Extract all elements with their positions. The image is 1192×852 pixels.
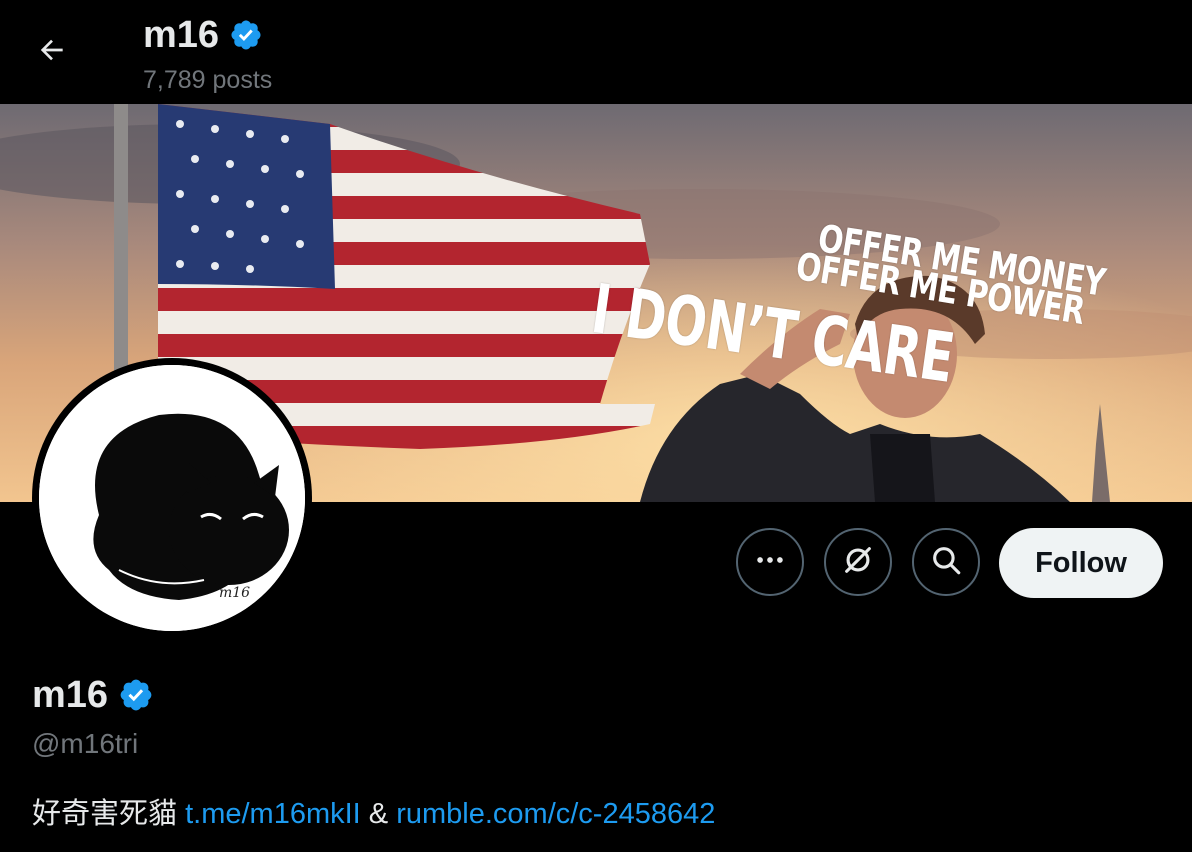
search-icon: [929, 543, 963, 582]
bio-link-telegram[interactable]: t.me/m16mkII: [185, 798, 361, 830]
arrow-left-icon: [36, 34, 68, 71]
grok-icon: [841, 543, 875, 582]
back-button[interactable]: [22, 22, 82, 82]
bio-text: 好奇害死貓: [32, 796, 178, 830]
bio-link-rumble[interactable]: rumble.com/c/c-2458642: [396, 798, 715, 830]
header-display-name-row: m16: [143, 12, 263, 58]
black-cat-image: m16: [39, 365, 305, 631]
profile-avatar[interactable]: m16: [32, 358, 312, 638]
bio-separator: &: [368, 798, 389, 830]
verified-badge-icon[interactable]: [118, 677, 154, 713]
more-button[interactable]: [736, 528, 804, 596]
profile-display-name-row: m16: [32, 672, 154, 718]
search-button[interactable]: [912, 528, 980, 596]
avatar-image: m16: [39, 365, 305, 631]
follow-button[interactable]: Follow: [999, 528, 1163, 598]
profile-display-name: m16: [32, 673, 109, 716]
more-horizontal-icon: [753, 543, 787, 582]
posts-count: 7,789 posts: [143, 66, 273, 94]
header-display-name: m16: [143, 13, 220, 56]
profile-header-bar: m16 7,789 posts: [0, 0, 1192, 104]
verified-badge-icon[interactable]: [229, 18, 263, 52]
profile-handle: @m16tri: [32, 728, 139, 759]
profile-bio: 好奇害死貓 t.me/m16mkII & rumble.com/c/c-2458…: [32, 790, 715, 832]
grok-button[interactable]: [824, 528, 892, 596]
svg-text:m16: m16: [219, 585, 250, 601]
